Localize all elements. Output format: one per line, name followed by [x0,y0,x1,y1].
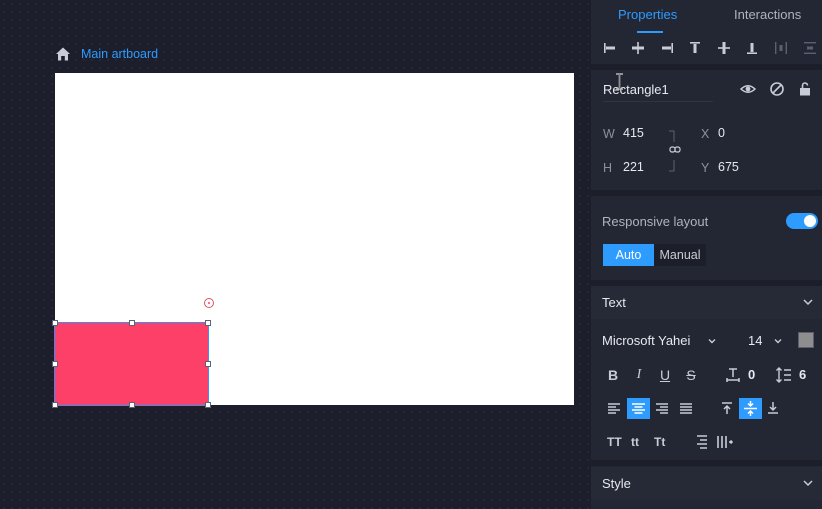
resize-handle-tl[interactable] [52,320,58,326]
underline-button[interactable]: U [656,366,674,384]
responsive-layout-toggle[interactable] [786,213,818,229]
text-align-left-icon[interactable] [605,399,623,417]
layout-mode-auto-button[interactable]: Auto [603,244,654,266]
resize-handle-tr[interactable] [205,320,211,326]
design-canvas[interactable]: Main artboard [0,0,591,509]
link-proportions-icon[interactable] [667,130,685,172]
alignment-toolbar [591,36,822,60]
active-tab-indicator [637,31,663,33]
height-input[interactable]: 221 [623,160,644,174]
font-family-select[interactable]: Microsoft Yahei [602,333,690,348]
lowercase-button[interactable]: tt [631,435,639,449]
align-bottom-icon[interactable] [745,41,759,55]
vertical-align-bottom-icon[interactable] [764,399,782,417]
x-label: X [701,127,710,141]
text-align-center-icon[interactable] [627,398,650,419]
uppercase-button[interactable]: TT [607,435,622,449]
panel-tabs: Properties Interactions [591,0,822,34]
breadcrumb-label[interactable]: Main artboard [81,47,158,61]
style-section-title: Style [602,476,631,491]
responsive-layout-label: Responsive layout [602,214,709,229]
disable-icon[interactable] [769,81,785,97]
paragraph-spacing-icon[interactable] [692,433,710,451]
selected-rectangle[interactable] [54,322,209,406]
resize-handle-bl[interactable] [52,402,58,408]
width-input[interactable]: 415 [623,126,644,140]
letter-spacing-icon [726,368,740,382]
resize-handle-br[interactable] [205,402,211,408]
divider [591,460,822,466]
text-align-right-icon[interactable] [653,399,671,417]
chevron-down-icon [803,299,813,306]
divider [591,64,822,70]
align-right-icon[interactable] [660,41,674,55]
align-center-horizontal-icon[interactable] [631,41,645,55]
breadcrumb[interactable]: Main artboard [55,45,158,63]
width-label: W [603,127,615,141]
distribute-horizontal-icon[interactable] [774,41,788,55]
resize-handle-tm[interactable] [129,320,135,326]
divider [591,190,822,196]
align-left-icon[interactable] [603,41,617,55]
letter-spacing-input[interactable]: 0 [748,367,755,382]
chevron-down-icon[interactable] [707,336,717,346]
unlock-icon[interactable] [797,81,813,97]
text-section-header[interactable]: Text [591,286,822,319]
y-label: Y [701,161,710,175]
column-layout-icon[interactable] [715,433,733,451]
layout-mode-manual-button[interactable]: Manual [654,244,706,266]
visibility-eye-icon[interactable] [740,81,756,97]
titlecase-button[interactable]: Tt [654,435,665,449]
text-align-justify-icon[interactable] [677,399,695,417]
line-height-input[interactable]: 6 [799,367,806,382]
strikethrough-button[interactable]: S [682,366,700,384]
tab-interactions[interactable]: Interactions [734,7,801,22]
y-input[interactable]: 675 [718,160,739,174]
font-size-select[interactable]: 14 [748,333,762,348]
vertical-align-top-icon[interactable] [718,399,736,417]
text-cursor-icon [616,73,623,90]
bold-button[interactable]: B [604,366,622,384]
align-top-icon[interactable] [688,41,702,55]
resize-handle-mr[interactable] [205,361,211,367]
font-color-swatch[interactable] [798,332,814,348]
resize-handle-bm[interactable] [129,402,135,408]
x-input[interactable]: 0 [718,126,725,140]
italic-button[interactable]: I [630,366,648,384]
height-label: H [603,161,613,175]
properties-panel: Properties Interactions Rectangle1 W 415… [591,0,822,509]
rotate-handle[interactable] [204,298,214,308]
layer-name-row: Rectangle1 [591,72,822,108]
vertical-align-middle-icon[interactable] [739,398,762,419]
home-icon[interactable] [55,46,71,62]
chevron-down-icon [803,480,813,487]
style-section-header[interactable]: Style [591,467,822,500]
tab-properties[interactable]: Properties [618,7,677,22]
resize-handle-ml[interactable] [52,361,58,367]
text-section-title: Text [602,295,626,310]
line-height-icon [776,367,791,383]
chevron-down-icon[interactable] [773,336,783,346]
align-center-vertical-icon[interactable] [717,41,731,55]
distribute-vertical-icon[interactable] [803,41,817,55]
